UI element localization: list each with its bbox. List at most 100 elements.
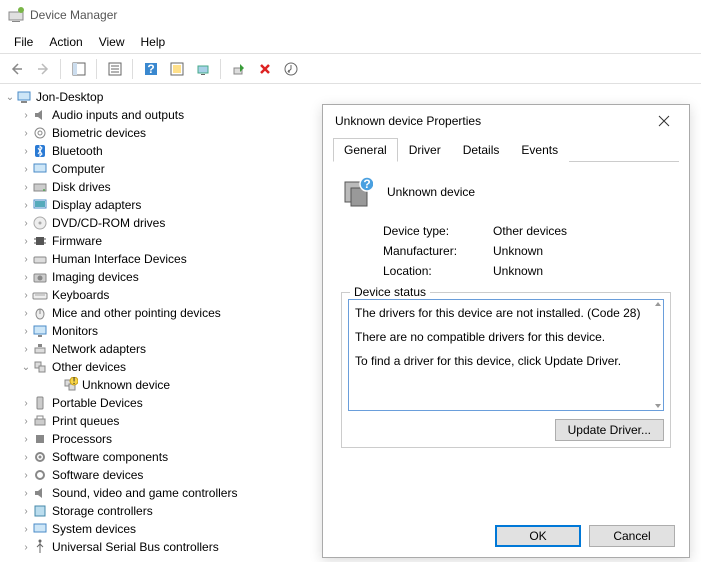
scan-hardware-button[interactable] [166,58,188,80]
lbl-location: Location: [383,264,493,278]
tree-item-label: Print queues [52,414,119,428]
tab-general[interactable]: General [333,138,398,162]
tab-events[interactable]: Events [510,138,569,162]
ok-button[interactable]: OK [495,525,581,547]
chevron-right-icon[interactable]: › [20,524,32,535]
enable-device-button[interactable] [228,58,250,80]
display-icon [32,197,48,213]
close-button[interactable] [651,108,677,134]
back-button[interactable] [6,58,28,80]
chevron-right-icon[interactable]: › [20,506,32,517]
tree-item-label: Processors [52,432,112,446]
tree-item-label: Biometric devices [52,126,146,140]
tree-item-label: System devices [52,522,136,536]
dialog-title: Unknown device Properties [335,114,651,128]
chevron-right-icon[interactable]: › [20,218,32,229]
device-status-legend: Device status [350,285,430,299]
row-manufacturer: Manufacturer:Unknown [383,244,671,258]
device-header: ? Unknown device [341,176,671,208]
chevron-right-icon[interactable]: › [20,326,32,337]
chevron-right-icon[interactable]: › [20,416,32,427]
update-driver-row: Update Driver... [348,419,664,441]
chevron-right-icon[interactable]: › [20,434,32,445]
row-location: Location:Unknown [383,264,671,278]
tab-driver[interactable]: Driver [398,138,452,162]
show-hide-tree-button[interactable] [68,58,90,80]
tree-item-label: Software devices [52,468,143,482]
chevron-right-icon[interactable]: › [20,398,32,409]
tree-item-label: Computer [52,162,105,176]
dialog-titlebar[interactable]: Unknown device Properties [323,105,689,137]
menu-help[interactable]: Help [133,32,174,52]
scroll-up-icon[interactable] [654,300,662,308]
tab-details[interactable]: Details [452,138,511,162]
device-status-textarea[interactable]: The drivers for this device are not inst… [348,299,664,411]
chevron-right-icon[interactable]: › [20,344,32,355]
tree-item-label: Display adapters [52,198,141,212]
scrollbar[interactable] [653,300,663,410]
status-line-3: To find a driver for this device, click … [355,354,657,368]
scroll-down-icon[interactable] [654,402,662,410]
chevron-right-icon[interactable]: › [20,110,32,121]
chevron-right-icon[interactable]: › [20,254,32,265]
menu-action[interactable]: Action [41,32,90,52]
processor-icon [32,431,48,447]
dialog-tabs: General Driver Details Events [333,137,679,162]
chevron-right-icon[interactable]: › [20,146,32,157]
dialog-body: ? Unknown device Device type:Other devic… [323,162,689,462]
chevron-right-icon[interactable]: › [20,164,32,175]
chevron-right-icon[interactable]: › [20,200,32,211]
chevron-right-icon[interactable]: › [20,452,32,463]
audio-icon [32,107,48,123]
update-driver-button[interactable]: Update Driver... [555,419,664,441]
device-status-fieldset: Device status The drivers for this devic… [341,292,671,448]
cancel-button[interactable]: Cancel [589,525,675,547]
tree-item-label: Firmware [52,234,102,248]
chevron-right-icon[interactable]: › [20,308,32,319]
lbl-manufacturer: Manufacturer: [383,244,493,258]
mouse-icon [32,305,48,321]
val-location: Unknown [493,264,543,278]
app-icon [8,7,24,23]
toolbar-separator [60,59,62,79]
chevron-right-icon[interactable]: › [20,542,32,553]
update-driver-button[interactable] [192,58,214,80]
toolbar-separator [96,59,98,79]
help-button[interactable]: ? [140,58,162,80]
properties-dialog: Unknown device Properties General Driver… [322,104,690,558]
properties-button[interactable] [104,58,126,80]
chevron-right-icon[interactable]: › [20,272,32,283]
add-legacy-button[interactable] [280,58,302,80]
tree-item-label: Mice and other pointing devices [52,306,221,320]
chevron-right-icon[interactable]: › [20,470,32,481]
firmware-icon [32,233,48,249]
chevron-right-icon[interactable]: › [20,488,32,499]
svg-text:?: ? [363,177,370,191]
forward-button[interactable] [32,58,54,80]
chevron-right-icon[interactable]: › [20,128,32,139]
chevron-right-icon[interactable]: › [20,290,32,301]
sound-icon [32,485,48,501]
chevron-right-icon[interactable]: › [20,236,32,247]
tree-item-label: Disk drives [52,180,111,194]
chevron-down-icon[interactable]: ⌄ [4,92,16,103]
tree-item-label: Keyboards [52,288,109,302]
tree-item-label: Monitors [52,324,98,338]
disk-icon [32,179,48,195]
menu-view[interactable]: View [91,32,133,52]
chevron-down-icon[interactable]: ⌄ [20,362,32,373]
computer-icon [32,161,48,177]
toolbar: ? [0,54,701,84]
menu-file[interactable]: File [6,32,41,52]
storage-icon [32,503,48,519]
tree-item-label: Unknown device [82,378,170,392]
val-device-type: Other devices [493,224,567,238]
svg-text:!: ! [72,377,75,387]
tree-root-label: Jon-Desktop [36,90,103,104]
chevron-right-icon[interactable]: › [20,182,32,193]
computer-icon [16,89,32,105]
hid-icon [32,251,48,267]
monitor-icon [32,323,48,339]
tree-item-label: DVD/CD-ROM drives [52,216,165,230]
uninstall-device-button[interactable] [254,58,276,80]
